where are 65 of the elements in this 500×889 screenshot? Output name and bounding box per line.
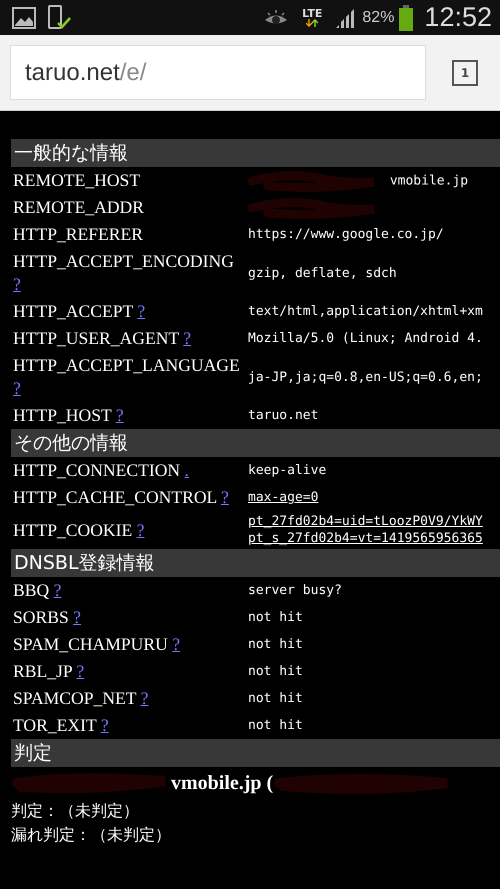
clock: 12:52 <box>424 2 492 33</box>
address-field[interactable]: taruo.net/e/ <box>10 45 426 100</box>
field-value: vmobile.jp <box>390 173 468 188</box>
field-value: taruo.net <box>248 408 318 423</box>
help-link[interactable]: ? <box>172 634 180 654</box>
help-link[interactable]: ? <box>54 580 62 600</box>
help-link[interactable]: . <box>184 460 189 480</box>
field-label: HTTP_USER_AGENT <box>13 328 179 348</box>
eye-icon <box>263 8 290 26</box>
cookie-value[interactable]: pt_s_27fd02b4=vt=1419565956365 <box>248 531 483 546</box>
help-link[interactable]: ? <box>76 661 84 681</box>
field-label: HTTP_ACCEPT_LANGUAGE <box>13 355 240 375</box>
field-value: not hit <box>248 637 303 652</box>
tab-count-button[interactable]: 1 <box>452 60 478 86</box>
field-label: HTTP_ACCEPT <box>13 301 133 321</box>
field-value: gzip, deflate, sdch <box>248 266 397 280</box>
help-link[interactable]: ? <box>13 378 21 398</box>
help-link[interactable]: ? <box>13 274 21 294</box>
field-value: keep-alive <box>248 463 326 478</box>
field-value: https://www.google.co.jp/ <box>248 227 444 242</box>
field-label: RBL_JP <box>13 661 72 681</box>
host-heading: vmobile.jp ( <box>171 772 274 794</box>
field-value: not hit <box>248 664 303 679</box>
field-label: HTTP_ACCEPT_ENCODING <box>13 251 234 271</box>
field-value: Mozilla/5.0 (Linux; Android 4. <box>248 331 483 346</box>
field-label: SORBS <box>13 607 69 627</box>
field-label: REMOTE_ADDR <box>13 197 144 217</box>
field-value: text/html,application/xhtml+xm <box>248 304 483 319</box>
field-value: server busy? <box>248 583 342 598</box>
field-label: HTTP_HOST <box>13 405 112 425</box>
field-value: ja-JP,ja;q=0.8,en-US;q=0.6,en; <box>248 370 483 384</box>
field-value: not hit <box>248 718 303 733</box>
field-label: TOR_EXIT <box>13 715 96 735</box>
verdict-text: 判定：（未判定） <box>11 800 140 822</box>
field-label: BBQ <box>13 580 50 600</box>
battery-percent: 82% <box>362 8 394 26</box>
field-label: HTTP_REFERER <box>13 224 144 244</box>
help-link[interactable]: ? <box>136 520 144 540</box>
field-label: HTTP_CACHE_CONTROL <box>13 487 217 507</box>
help-link[interactable]: ? <box>100 715 109 735</box>
field-label: SPAM_CHAMPURU <box>13 634 168 654</box>
data-arrows-icon <box>306 19 318 27</box>
battery-icon <box>399 4 414 30</box>
field-label: HTTP_COOKIE <box>13 520 132 540</box>
help-link[interactable]: ? <box>221 487 229 507</box>
network-type: LTE <box>302 8 322 19</box>
field-value: not hit <box>248 610 303 625</box>
field-value: not hit <box>248 691 303 706</box>
phone-check-icon <box>46 4 72 30</box>
section-header: 一般的な情報 <box>11 139 500 167</box>
picture-icon <box>12 6 36 28</box>
help-link[interactable]: ? <box>137 301 146 321</box>
field-label: SPAMCOP_NET <box>13 688 136 708</box>
field-label: REMOTE_HOST <box>13 170 140 190</box>
help-link[interactable]: ? <box>116 405 124 425</box>
help-link[interactable]: ? <box>73 607 81 627</box>
verdict-text: 漏れ判定：（未判定） <box>11 824 172 846</box>
help-link[interactable]: ? <box>140 688 148 708</box>
section-header: DNSBL登録情報 <box>11 549 500 577</box>
field-label: HTTP_CONNECTION <box>13 460 180 480</box>
section-header: その他の情報 <box>11 429 500 457</box>
cookie-value[interactable]: pt_27fd02b4=uid=tLoozP0V9/YkWY <box>248 514 483 529</box>
field-value[interactable]: max-age=0 <box>248 490 318 505</box>
help-link[interactable]: ? <box>183 328 192 348</box>
section-header: 判定 <box>11 739 500 767</box>
